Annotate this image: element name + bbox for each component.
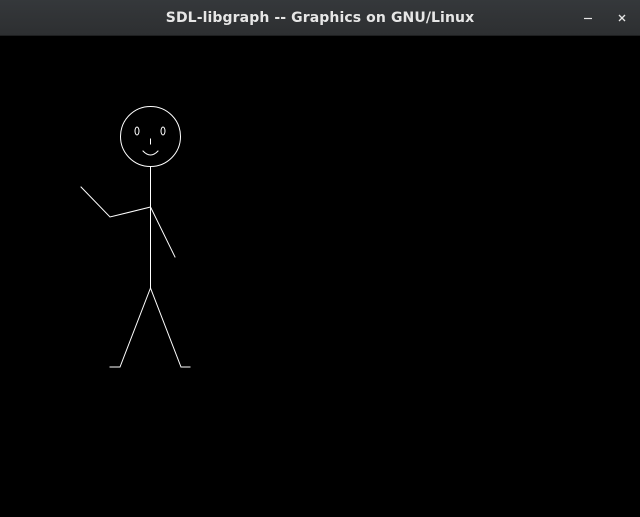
stick-figure-drawing <box>80 106 191 368</box>
right-eye <box>160 126 166 136</box>
window-title: SDL-libgraph -- Graphics on GNU/Linux <box>165 10 475 26</box>
left-leg <box>109 287 152 368</box>
app-window: SDL-libgraph -- Graphics on GNU/Linux <box>0 0 640 517</box>
minimize-button[interactable] <box>576 6 600 30</box>
minimize-icon <box>584 17 592 20</box>
left-arm <box>80 186 152 218</box>
close-icon <box>618 14 626 22</box>
titlebar[interactable]: SDL-libgraph -- Graphics on GNU/Linux <box>0 0 640 36</box>
head-circle <box>120 106 181 167</box>
close-button[interactable] <box>610 6 634 30</box>
graphics-canvas[interactable] <box>0 36 640 517</box>
mouth <box>142 150 159 156</box>
right-leg <box>149 287 191 368</box>
right-arm <box>149 206 176 258</box>
left-eye <box>134 126 140 136</box>
